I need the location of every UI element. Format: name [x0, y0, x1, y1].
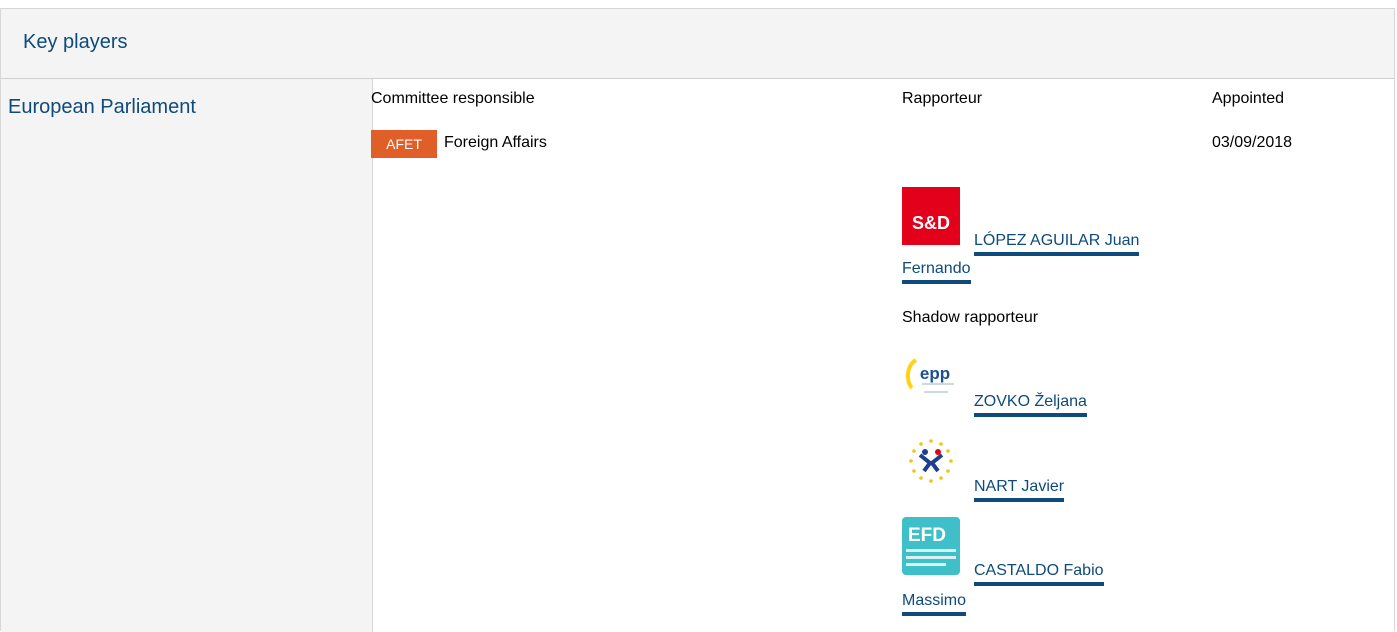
sd-logo-text: S&D	[912, 213, 950, 233]
rapporteur-link-line2[interactable]: Fernando	[902, 256, 971, 284]
shadow-rapporteur-label: Shadow rapporteur	[902, 309, 1039, 326]
appointed-heading: Appointed	[1212, 90, 1285, 107]
efdd-logo-text: EFD	[908, 525, 946, 546]
sd-group-logo-icon: S&D	[902, 187, 960, 245]
epp-logo-text: epp	[920, 364, 950, 383]
rapporteur-heading: Rapporteur	[902, 90, 983, 107]
card-header: Key players	[1, 9, 1394, 79]
shadow-rapporteur-link-zovko[interactable]: ZOVKO Željana	[974, 389, 1087, 417]
key-players-card: Key players European Parliament	[0, 8, 1395, 632]
shadow-rapporteur-link-castaldo-line1[interactable]: CASTALDO Fabio	[974, 558, 1104, 586]
appointed-date: 03/09/2018	[1212, 134, 1293, 151]
renew-group-logo-icon	[902, 433, 960, 491]
card-title: Key players	[23, 31, 128, 53]
committee-badge: AFET	[371, 130, 437, 158]
committee-name: Foreign Affairs	[444, 134, 547, 151]
shadow-rapporteur-link-nart[interactable]: NART Javier	[974, 474, 1065, 502]
institution-name: European Parliament	[8, 96, 196, 118]
efdd-group-logo-icon: EFD	[902, 517, 960, 575]
epp-group-logo-icon: epp	[902, 348, 960, 406]
committee-responsible-heading: Committee responsible	[371, 90, 535, 107]
shadow-rapporteur-link-castaldo-line2[interactable]: Massimo	[902, 588, 967, 616]
institution-column: European Parliament	[1, 79, 373, 632]
rapporteur-link-line1[interactable]: LÓPEZ AGUILAR Juan	[974, 228, 1140, 256]
